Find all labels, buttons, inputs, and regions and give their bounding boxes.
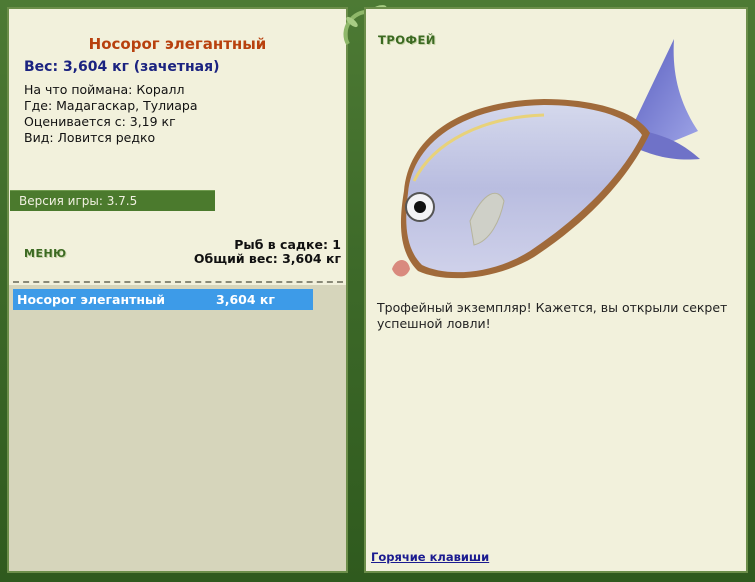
fish-details: На что поймана: Коралл Где: Мадагаскар, … xyxy=(24,82,197,146)
fish-bait: На что поймана: Коралл xyxy=(24,82,185,97)
hotkeys-link[interactable]: Горячие клавиши xyxy=(371,550,489,564)
game-version: Версия игры: 3.7.5 xyxy=(10,190,215,211)
fish-image xyxy=(392,39,700,279)
fish-rarity: Вид: Ловится редко xyxy=(24,130,156,145)
keepnet-row-weight: 3,604 кг xyxy=(216,292,275,307)
trophy-panel: ТРОФЕЙ Трофейный экземпляр! Кажется, вы … xyxy=(364,7,748,573)
fish-title: Носорог элегантный xyxy=(88,35,267,53)
divider xyxy=(13,281,343,283)
keepnet-row[interactable]: Носорог элегантный 3,604 кг xyxy=(13,289,313,310)
keepnet-total: Общий вес: 3,604 кг xyxy=(193,251,341,266)
fish-weight: Вес: 3,604 кг (зачетная) xyxy=(24,59,220,75)
keepnet-area xyxy=(9,285,346,571)
fish-info-panel: Носорог элегантный Вес: 3,604 кг (зачетн… xyxy=(7,7,348,573)
keepnet-stats: Рыб в садке: 1 Общий вес: 3,604 кг xyxy=(194,238,341,266)
fish-location: Где: Мадагаскар, Тулиара xyxy=(24,98,198,113)
trophy-message: Трофейный экземпляр! Кажется, вы открыли… xyxy=(377,300,728,331)
menu-button[interactable]: МЕНЮ xyxy=(24,247,67,260)
keepnet-count: Рыб в садке: 1 xyxy=(234,237,341,252)
fish-valued-from: Оценивается с: 3,19 кг xyxy=(24,114,176,129)
keepnet-row-name: Носорог элегантный xyxy=(17,292,166,307)
